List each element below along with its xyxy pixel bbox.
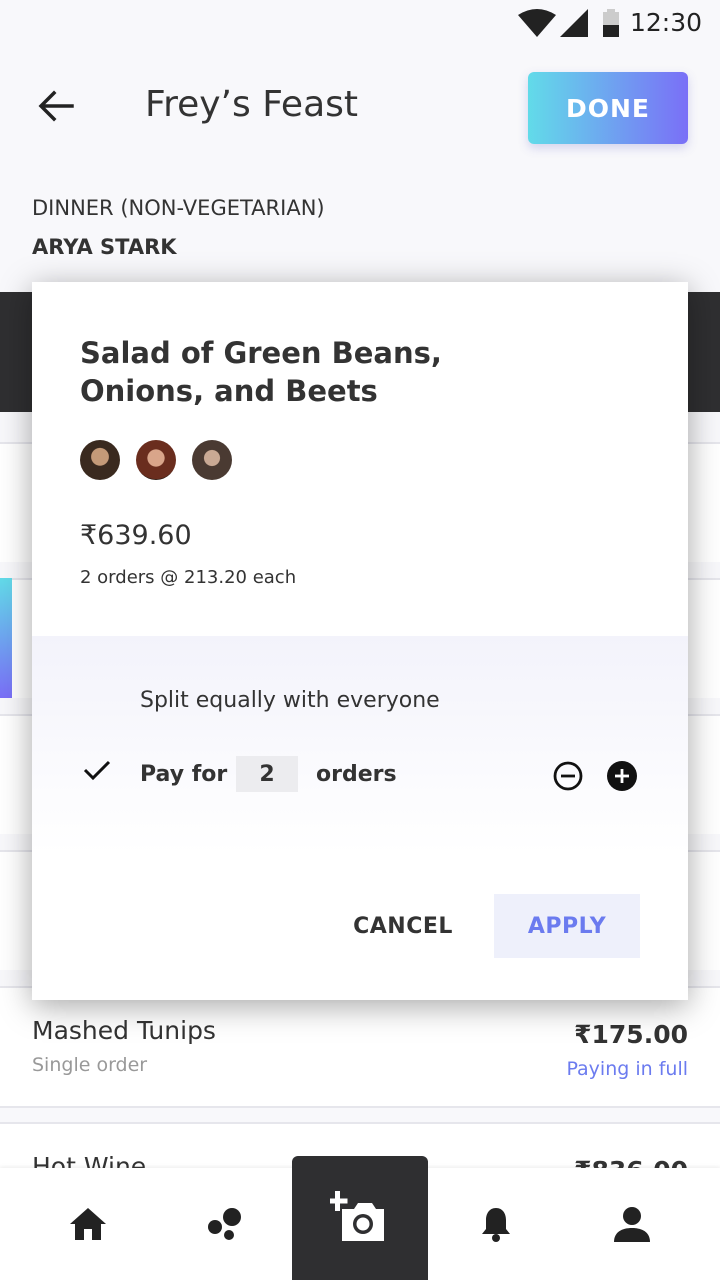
wifi-icon [518,9,556,37]
nav-notifications[interactable] [438,1168,554,1280]
divider [0,1122,720,1124]
dialog-amount: ₹639.60 [80,520,192,551]
person-name: ARYA STARK [32,235,177,259]
nav-bubbles[interactable] [166,1168,282,1280]
minus-circle-icon[interactable] [552,760,584,792]
nav-profile[interactable] [574,1168,690,1280]
person-icon [614,1207,650,1242]
item-name: Mashed Tunips [32,1016,216,1045]
nav-home[interactable] [30,1168,146,1280]
add-photo-icon [330,1191,384,1241]
orders-label: orders [316,762,397,787]
item-status[interactable]: Paying in full [566,1058,688,1080]
avatar [80,440,120,480]
check-icon [83,760,111,781]
split-options: Split equally with everyone Pay for 2 or… [32,636,688,1000]
quantity-value[interactable]: 2 [236,756,298,792]
done-button[interactable]: DONE [528,72,688,144]
item-sub: Single order [32,1054,148,1076]
avatar [136,440,176,480]
avatar [192,440,232,480]
cancel-button[interactable]: CANCEL [350,894,456,958]
meal-type: DINNER (NON-VEGETARIAN) [32,196,325,220]
list-item[interactable]: Mashed Tunips Single order ₹175.00 Payin… [0,988,720,1106]
plus-circle-icon[interactable] [606,760,638,792]
selection-accent [0,578,12,698]
battery-icon [603,9,619,37]
status-time: 12:30 [629,8,702,37]
pay-for-label[interactable]: Pay for [140,762,227,787]
divider [0,1106,720,1108]
bubbles-icon [208,1208,241,1240]
item-price: ₹175.00 [574,1020,688,1049]
avatar-group [80,440,232,480]
signal-icon [560,9,588,37]
back-button[interactable] [30,80,82,132]
apply-button[interactable]: APPLY [494,894,640,958]
split-equally-option[interactable]: Split equally with everyone [140,688,440,713]
page-title: Frey’s Feast [145,84,359,125]
dialog-title: Salad of Green Beans, Onions, and Beets [80,336,442,408]
add-photo-button[interactable] [292,1156,428,1280]
status-bar: 12:30 [0,0,720,48]
home-icon [70,1208,106,1240]
dialog-each: 2 orders @ 213.20 each [80,567,297,588]
arrow-left-icon [38,90,74,122]
bell-icon [482,1208,510,1242]
split-dialog: Salad of Green Beans, Onions, and Beets … [32,282,688,1000]
